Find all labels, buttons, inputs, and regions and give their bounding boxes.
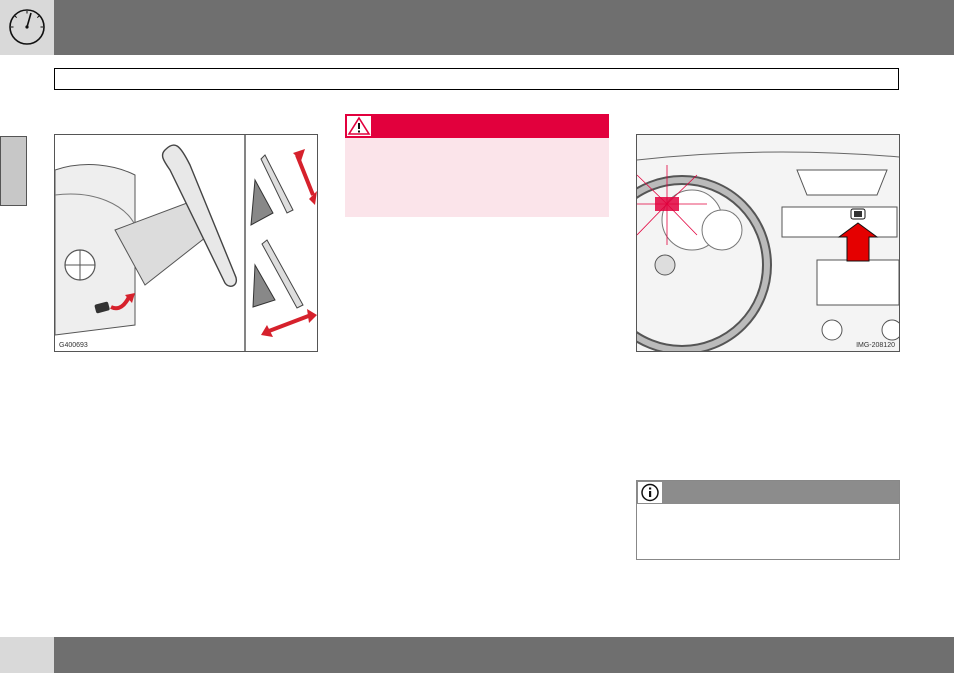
section-title-box [54,68,899,90]
dashboard-illustration [637,135,899,351]
header-bar [54,0,954,55]
header-icon-box [0,0,54,55]
footer-bar [54,637,954,673]
warning-box [345,114,609,217]
note-box [636,480,900,560]
warning-header [345,114,609,138]
figure-code: IMG-208120 [856,342,895,349]
warning-icon-box [347,116,371,136]
dashboard-figure: IMG-208120 [636,134,900,352]
chapter-tab [0,136,27,206]
info-icon [641,483,659,502]
footer-page-box [0,637,54,673]
warning-triangle-icon [347,116,371,135]
note-header [637,481,899,504]
steering-wheel-adjustment-figure: G400693 [54,134,318,352]
steering-wheel-adjustment-illustration [55,135,317,351]
figure-code: G400693 [59,342,88,349]
info-icon-box [638,482,662,503]
gauge-icon [9,9,45,45]
